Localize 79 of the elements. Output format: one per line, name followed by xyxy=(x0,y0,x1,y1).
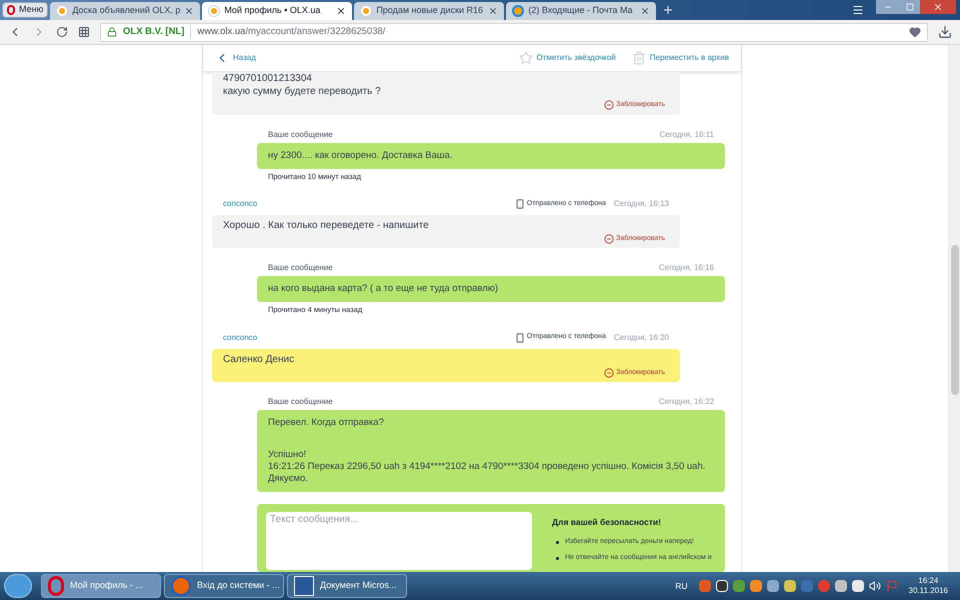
safety-title: Для вашей безопасности! xyxy=(552,516,662,529)
taskbar-item-title: Документ Micros... xyxy=(320,579,396,592)
your-message-label: Ваше сообщение xyxy=(268,262,333,274)
bullet-icon xyxy=(556,540,559,544)
star-icon xyxy=(518,51,533,65)
message-text: Перевел. Когда отправка? xyxy=(268,417,385,429)
tab-list-icon[interactable] xyxy=(852,4,864,16)
trash-icon xyxy=(632,51,646,65)
language-indicator[interactable]: RU xyxy=(675,580,688,592)
tab-title: Продам новые диски R16 xyxy=(376,4,484,18)
your-message-label: Ваше сообщение xyxy=(268,396,333,408)
tab-title: Доска объявлений OLX, р xyxy=(72,4,180,18)
scrollbar-thumb[interactable] xyxy=(950,245,958,395)
author-name[interactable]: conconco xyxy=(223,198,258,210)
heart-icon[interactable] xyxy=(909,26,921,38)
your-message-label: Ваше сообщение xyxy=(268,128,333,140)
close-icon[interactable] xyxy=(336,6,346,16)
address-field[interactable]: OLX B.V. [NL] www.olx.ua/myaccount/answer/3228625038/ xyxy=(100,22,928,42)
taskbar-item[interactable]: Документ Micros... xyxy=(287,574,407,598)
browser-tab[interactable]: Продам новые диски R16 xyxy=(354,2,504,20)
message-input-field[interactable]: Текст сообщения... xyxy=(266,512,532,570)
browser-tab[interactable]: (2) Входящие - Почта Ma xyxy=(506,2,656,20)
firefox-logo-icon xyxy=(171,576,191,596)
download-icon[interactable] xyxy=(938,25,952,39)
block-icon xyxy=(604,100,614,110)
close-icon[interactable] xyxy=(184,6,194,16)
security-label: OLX B.V. [NL] xyxy=(123,24,192,40)
tab-title: (2) Входящие - Почта Ma xyxy=(528,4,634,18)
close-window-button[interactable] xyxy=(920,0,956,14)
menu-button[interactable]: Меню xyxy=(2,2,48,18)
taskbar-item[interactable]: Вхід до системи - ... xyxy=(164,574,284,598)
message-time: Сегодня, 16:22 xyxy=(658,396,714,408)
taskbar-item-title: Вхід до системи - ... xyxy=(197,579,280,592)
opera-logo-icon xyxy=(48,576,64,596)
speed-dial-icon[interactable] xyxy=(78,26,90,38)
maximize-icon xyxy=(906,3,914,11)
close-icon[interactable] xyxy=(488,6,498,16)
tab-title: Мой профиль • OLX.ua xyxy=(224,4,322,18)
opera-logo-icon xyxy=(7,5,15,15)
block-icon xyxy=(604,368,614,378)
phone-icon xyxy=(514,332,525,342)
message-text: ну 2300.... как оговорено. Доставка Ваша. xyxy=(268,150,454,162)
olx-logo-icon xyxy=(208,5,220,17)
word-logo-icon xyxy=(294,576,314,596)
clock-date[interactable]: 30.11.2016 xyxy=(908,586,948,596)
url-text: www.olx.ua/myaccount/answer/3228625038/ xyxy=(197,24,386,39)
message-time: Сегодня, 16:20 xyxy=(614,332,669,344)
message-text: Успішно! 16:21:26 Переказ 2296,50 uah з 4194****2102 на 4790****3304 проведено успішно. Комісія 3,50 uah. Дякуємо. xyxy=(268,449,706,485)
back-link[interactable]: Назад xyxy=(215,51,256,65)
volume-icon[interactable] xyxy=(868,580,881,592)
phone-icon xyxy=(514,198,525,209)
tray-app-icon[interactable] xyxy=(852,580,864,592)
star-link[interactable]: Отметить звёздочкой xyxy=(518,51,616,65)
new-tab-icon[interactable] xyxy=(662,4,674,16)
browser-tab[interactable]: Доска объявлений OLX, р xyxy=(50,2,200,20)
mail-logo-icon xyxy=(512,5,524,17)
browser-tab[interactable]: Мой профиль • OLX.ua xyxy=(202,2,352,20)
close-icon[interactable] xyxy=(640,6,650,16)
close-icon xyxy=(933,2,943,12)
author-name[interactable]: conconco xyxy=(223,332,258,344)
taskbar-item-title: Мой профиль - ... xyxy=(70,579,143,592)
message-time: Сегодня, 16:16 xyxy=(658,262,714,274)
lock-icon xyxy=(107,27,117,37)
bullet-icon xyxy=(556,557,559,560)
message-text: на кого выдана карта? ( а то еще не туда отправлю) xyxy=(268,283,500,296)
block-icon xyxy=(604,234,614,244)
olx-logo-icon xyxy=(56,5,68,17)
message-time: Сегодня, 16:13 xyxy=(614,198,669,210)
start-button[interactable] xyxy=(4,574,32,598)
clock-time[interactable]: 16:24 xyxy=(918,576,938,586)
reload-icon[interactable] xyxy=(56,26,68,38)
message-text: 4790701001213304 какую сумму будете переводить ? xyxy=(223,72,382,98)
message-text: Саленко Денис xyxy=(223,352,296,366)
olx-logo-icon xyxy=(360,5,372,17)
taskbar-item[interactable]: Мой профиль - ... xyxy=(41,574,161,598)
archive-link[interactable]: Переместить в архив xyxy=(632,51,729,65)
message-time: Сегодня, 16:11 xyxy=(659,128,714,140)
message-text: Хорошо . Как только переведете - напишите xyxy=(223,218,430,232)
tray-app-icon[interactable] xyxy=(716,580,728,592)
